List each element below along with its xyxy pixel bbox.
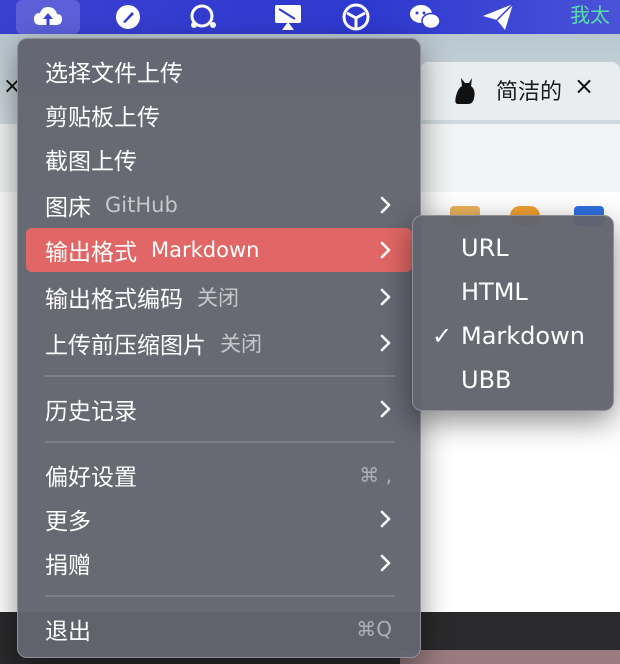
pen-nib-icon[interactable] [110,0,146,34]
chevron-right-icon [380,541,392,585]
checkmark-icon: ✓ [431,322,453,350]
menu-item-label: 退出 [45,619,91,645]
menu-item-label: 截图上传 [45,149,137,175]
menu-item-label: 更多 [45,509,91,535]
menubar-right-text: 我太 [570,3,610,27]
keyboard-shortcut: ⌘Q [356,617,392,641]
menu-item-label: 历史记录 [45,399,137,425]
menu-item-quit[interactable]: 退出 ⌘Q [26,607,412,651]
submenu-item-label: URL [461,234,509,262]
menu-bar: 我太 [0,0,620,34]
menu-item-label: 剪贴板上传 [45,105,160,131]
menu-item-value: 关闭 [197,286,239,310]
menu-item-donate[interactable]: 捐赠 [26,541,412,585]
submenu-item-markdown[interactable]: ✓ Markdown [413,314,613,358]
menu-item-value: Markdown [151,238,260,262]
submenu-item-url[interactable]: URL [413,226,613,270]
paper-plane-icon[interactable] [478,0,518,34]
cat-icon [452,74,480,110]
menu-separator [45,595,395,597]
menu-item-select-file-upload[interactable]: 选择文件上传 [26,49,412,93]
submenu-item-html[interactable]: HTML [413,270,613,314]
submenu-item-ubb[interactable]: UBB [413,358,613,402]
menu-item-preferences[interactable]: 偏好设置 ⌘ , [26,453,412,497]
keyboard-shortcut: ⌘ , [359,463,392,487]
tab-close-icon[interactable]: × [574,72,594,100]
app-dropdown-menu: 选择文件上传 剪贴板上传 截图上传 图床 GitHub 输出格式 Markdow… [17,38,421,658]
menu-item-more[interactable]: 更多 [26,497,412,541]
submenu-item-label: HTML [461,278,528,306]
cloud-upload-icon[interactable] [16,0,80,34]
menu-item-history[interactable]: 历史记录 [26,387,412,431]
menu-item-label: 上传前压缩图片 [45,333,206,359]
chevron-right-icon [380,497,392,541]
menu-item-image-host[interactable]: 图床 GitHub [26,183,412,227]
submenu-item-label: UBB [461,366,512,394]
submenu-item-label: Markdown [461,322,585,350]
menu-item-value: GitHub [105,193,178,217]
menu-item-output-format[interactable]: 输出格式 Markdown [26,228,412,272]
steering-wheel-icon[interactable] [338,0,374,34]
menu-item-label: 输出格式 [45,240,137,266]
chevron-right-icon [380,387,392,431]
footer-strip [400,650,620,664]
menu-item-label: 选择文件上传 [45,61,183,87]
menu-item-label: 捐赠 [45,553,91,579]
menu-item-clipboard-upload[interactable]: 剪贴板上传 [26,93,412,137]
tab-title: 简洁的 [496,80,563,105]
chevron-right-icon [380,275,392,319]
chevron-right-icon [380,228,392,272]
menu-item-screenshot-upload[interactable]: 截图上传 [26,137,412,181]
menu-item-label: 偏好设置 [45,465,137,491]
output-format-submenu: URL HTML ✓ Markdown UBB [412,215,614,411]
wechat-icon[interactable] [404,0,446,34]
menu-separator [45,441,395,443]
airplay-icon[interactable] [268,0,308,34]
chevron-right-icon [380,321,392,365]
chat-bubble-icon[interactable] [185,0,221,34]
menu-item-compress-before-upload[interactable]: 上传前压缩图片 关闭 [26,321,412,365]
menu-item-label: 输出格式编码 [45,287,183,313]
menu-item-value: 关闭 [220,332,262,356]
menu-separator [45,375,395,377]
chevron-right-icon [380,183,392,227]
menu-item-label: 图床 [45,195,91,221]
menu-item-output-encoding[interactable]: 输出格式编码 关闭 [26,275,412,319]
